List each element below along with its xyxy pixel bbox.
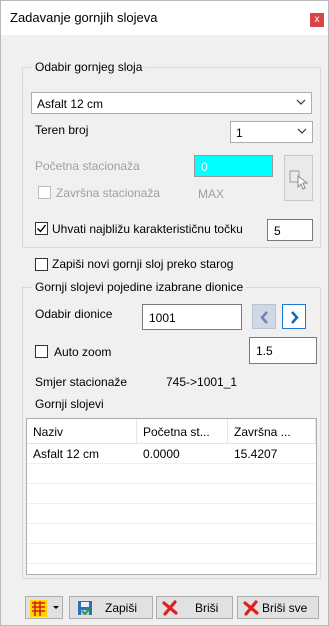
- zapisi-button-label: Zapiši: [105, 601, 138, 615]
- zavrsna-checkbox[interactable]: [38, 186, 51, 199]
- zapisi-novi-label: Zapiši novi gornji sloj preko starog: [52, 257, 234, 271]
- table-row[interactable]: Asfalt 12 cm 0.0000 15.4207: [27, 444, 316, 463]
- chevron-down-icon: [297, 128, 307, 134]
- zoom-field-value: 1.5: [256, 344, 273, 358]
- odabir-dionice-label: Odabir dionice: [35, 307, 113, 321]
- checkmark-icon: [37, 224, 47, 233]
- prev-dionica-button[interactable]: [252, 304, 276, 329]
- row-divider: [27, 543, 316, 544]
- next-dionica-button[interactable]: [282, 304, 306, 329]
- layer-select[interactable]: Asfalt 12 cm: [31, 92, 312, 114]
- dionice-group-label: Gornji slojevi pojedine izabrane dionice: [32, 280, 247, 294]
- cell-naziv: Asfalt 12 cm: [33, 447, 100, 461]
- teren-select[interactable]: 1: [230, 121, 313, 143]
- pick-point-button[interactable]: [284, 155, 313, 201]
- brisi-button-label: Briši: [195, 601, 219, 615]
- row-divider: [27, 523, 316, 524]
- window-title: Zadavanje gornjih slojeva: [10, 10, 158, 25]
- layer-select-value: Asfalt 12 cm: [37, 97, 104, 111]
- brisi-sve-button[interactable]: Briši sve: [237, 596, 319, 619]
- zavrsna-value: MAX: [198, 187, 225, 201]
- cell-pocetna: 0.0000: [143, 447, 180, 461]
- dionica-field[interactable]: 1001: [142, 304, 242, 330]
- row-divider: [27, 463, 316, 464]
- pocetna-field-value: 0: [201, 160, 208, 174]
- pocetna-label: Početna stacionaža: [35, 159, 140, 173]
- row-divider: [27, 483, 316, 484]
- close-button[interactable]: x: [310, 13, 324, 27]
- auto-zoom-label: Auto zoom: [54, 345, 112, 359]
- uhvati-field-value: 5: [274, 224, 281, 238]
- odabir-group-label: Odabir gornjeg sloja: [32, 60, 146, 74]
- smjer-label: Smjer stacionaže: [35, 375, 128, 389]
- brisi-sve-button-label: Briši sve: [262, 601, 308, 615]
- gornji-label: Gornji slojevi: [35, 397, 104, 411]
- dialog-window: Zadavanje gornjih slojeva x Odabir gornj…: [0, 0, 329, 626]
- pocetna-field[interactable]: 0: [194, 155, 273, 177]
- chevron-left-icon: [260, 311, 268, 324]
- delete-x-icon: [243, 600, 259, 616]
- brisi-button[interactable]: Briši: [156, 596, 233, 619]
- column-header-pocetna[interactable]: Početna st...: [137, 419, 228, 444]
- auto-zoom-checkbox[interactable]: [35, 345, 48, 358]
- dionica-field-value: 1001: [149, 311, 176, 325]
- teren-label: Teren broj: [35, 123, 89, 137]
- row-divider: [27, 503, 316, 504]
- options-dropdown-button[interactable]: [25, 596, 63, 619]
- uhvati-checkbox[interactable]: [35, 222, 48, 235]
- row-divider: [27, 563, 316, 564]
- cursor-pick-icon: [289, 170, 309, 190]
- save-icon: [78, 601, 92, 616]
- zapisi-novi-checkbox[interactable]: [35, 258, 48, 271]
- chevron-down-icon: [296, 99, 306, 105]
- teren-select-value: 1: [236, 126, 243, 140]
- cell-zavrsna: 15.4207: [234, 447, 278, 461]
- zavrsna-label: Završna stacionaža: [56, 186, 161, 200]
- zapisi-button[interactable]: Zapiši: [69, 596, 153, 619]
- uhvati-label: Uhvati najbližu karakterističnu točku: [52, 222, 243, 236]
- layers-settings-icon: [30, 600, 59, 617]
- column-header-zavrsna[interactable]: Završna ...: [228, 419, 316, 444]
- delete-x-icon: [162, 600, 178, 616]
- smjer-value: 745->1001_1: [166, 375, 238, 389]
- column-header-naziv[interactable]: Naziv: [27, 419, 137, 444]
- chevron-right-icon: [291, 311, 299, 324]
- slojevi-table: Naziv Početna st... Završna ... Asfalt 1…: [26, 418, 317, 575]
- uhvati-field[interactable]: 5: [267, 219, 313, 241]
- title-bar: Zadavanje gornjih slojeva x: [1, 1, 328, 35]
- zoom-field[interactable]: 1.5: [249, 337, 317, 364]
